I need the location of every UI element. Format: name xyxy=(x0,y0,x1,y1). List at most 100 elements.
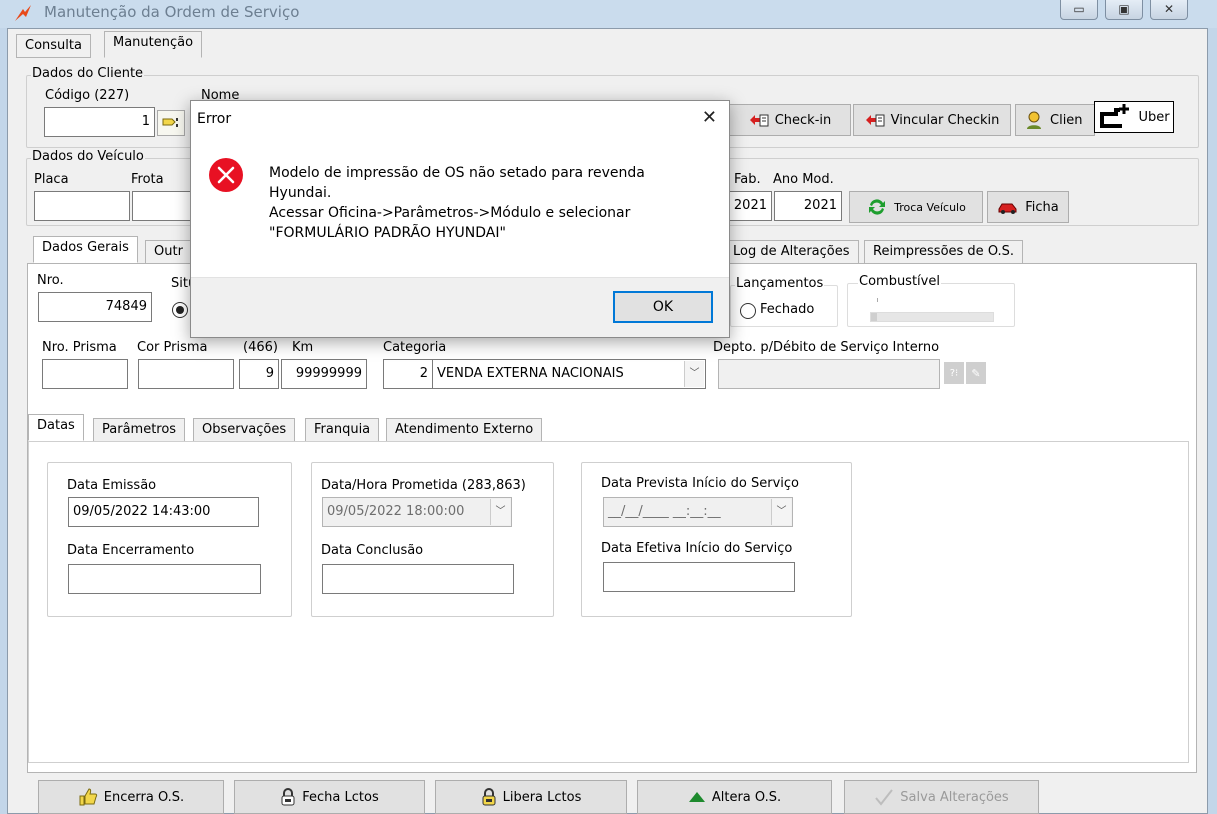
situacao-radio[interactable] xyxy=(172,302,188,318)
vincular-checkin-button[interactable]: Vincular Checkin xyxy=(853,104,1011,136)
chevron-down-icon[interactable]: ﹀ xyxy=(684,361,704,387)
nro-prisma-label: Nro. Prisma xyxy=(42,340,117,355)
data-conclusao-input[interactable] xyxy=(322,564,514,594)
categoria-select[interactable]: VENDA EXTERNA NACIONAIS ﹀ xyxy=(432,359,706,389)
dialog-footer: OK xyxy=(191,277,729,337)
tab-franquia[interactable]: Franquia xyxy=(305,418,380,442)
data-conclusao-label: Data Conclusão xyxy=(321,543,424,558)
cliente-button[interactable]: Clien xyxy=(1015,104,1095,136)
car-icon xyxy=(998,203,1017,214)
combustivel-ticks xyxy=(877,298,987,302)
triangle-up-icon xyxy=(688,792,705,802)
data-emissao-input[interactable]: 09/05/2022 14:43:00 xyxy=(68,497,259,527)
data-prometida-input[interactable]: 09/05/2022 18:00:00 ﹀ xyxy=(322,497,512,527)
placa-input[interactable] xyxy=(34,191,130,221)
encerra-os-button[interactable]: Encerra O.S. xyxy=(38,780,224,814)
error-icon xyxy=(209,158,243,192)
tab-atendimento-externo[interactable]: Atendimento Externo xyxy=(386,418,543,442)
data-prevista-label: Data Prevista Início do Serviço xyxy=(601,476,799,491)
tab-parametros[interactable]: Parâmetros xyxy=(93,418,186,442)
tab-reimpressoes[interactable]: Reimpressões de O.S. xyxy=(864,240,1024,264)
fecha-lctos-button[interactable]: Fecha Lctos xyxy=(234,780,425,814)
vincular-icon xyxy=(865,114,885,127)
person-icon xyxy=(1027,111,1041,129)
close-icon[interactable]: ✕ xyxy=(702,107,717,128)
nro-input[interactable]: 74849 xyxy=(38,292,152,322)
km-input[interactable]: 99999999 xyxy=(281,359,367,389)
fechado-label: Fechado xyxy=(760,302,815,317)
close-window-icon[interactable]: ✕ xyxy=(1150,0,1188,20)
check-icon xyxy=(875,789,894,806)
chevron-down-icon[interactable]: ﹀ xyxy=(771,499,791,525)
combustivel-gauge[interactable] xyxy=(870,312,994,322)
dialog-message-line: "FORMULÁRIO PADRÃO HYUNDAI" xyxy=(269,225,506,241)
tab-dados-gerais[interactable]: Dados Gerais xyxy=(33,236,138,263)
data-prevista-input[interactable]: __/__/____ __:__:__ ﹀ xyxy=(603,497,793,527)
salva-alteracoes-button[interactable]: Salva Alterações xyxy=(844,780,1039,814)
depto-search-icon[interactable]: ?⁝ xyxy=(944,362,964,384)
unlock-icon xyxy=(482,788,496,806)
troca-veiculo-button[interactable]: Troca Veículo xyxy=(849,191,983,223)
altera-os-button[interactable]: Altera O.S. xyxy=(637,780,832,814)
dialog-message: Modelo de impressão de OS não setado par… xyxy=(269,163,709,243)
nro-label: Nro. xyxy=(37,273,64,288)
window-title-bar[interactable]: Manutenção da Ordem de Serviço ▭ ▣ ✕ xyxy=(0,0,1217,28)
categoria-code-input[interactable]: 2 xyxy=(383,359,433,389)
tab-datas[interactable]: Datas xyxy=(28,414,84,441)
dialog-message-line: Modelo de impressão de OS não setado par… xyxy=(269,165,645,181)
ficha-button[interactable]: Ficha xyxy=(987,191,1069,223)
cor-prisma-label: Cor Prisma xyxy=(137,340,208,355)
ano-mod-label: Ano Mod. xyxy=(773,172,834,187)
tab-observacoes[interactable]: Observações xyxy=(193,418,296,442)
maximize-icon[interactable]: ▣ xyxy=(1105,0,1143,20)
tab-outros[interactable]: Outr xyxy=(145,240,192,264)
data-encerramento-input[interactable] xyxy=(68,564,261,594)
km-label: Km xyxy=(292,340,314,355)
uber-button[interactable]: Uber xyxy=(1094,101,1174,133)
data-emissao-label: Data Emissão xyxy=(67,478,157,493)
ano-mod-input[interactable]: 2021 xyxy=(774,191,842,221)
cor-prisma-input[interactable] xyxy=(138,359,234,389)
data-encerramento-label: Data Encerramento xyxy=(67,543,195,558)
ok-button[interactable]: OK xyxy=(613,291,713,323)
codigo-label: Código (227) xyxy=(45,88,130,103)
app-logo-icon xyxy=(15,5,31,21)
depto-label: Depto. p/Débito de Serviço Interno xyxy=(713,340,940,355)
libera-lctos-button[interactable]: Libera Lctos xyxy=(435,780,627,814)
thumbs-up-icon xyxy=(79,788,97,806)
checkin-button[interactable]: Check-in xyxy=(729,104,851,136)
veiculo-group-title: Dados do Veículo xyxy=(31,149,145,164)
nro-prisma-input[interactable] xyxy=(42,359,128,389)
c466-label: (466) xyxy=(243,340,278,355)
data-efetiva-label: Data Efetiva Início do Serviço xyxy=(601,541,793,556)
checkin-icon xyxy=(749,114,769,127)
refresh-icon xyxy=(869,199,886,215)
tab-consulta[interactable]: Consulta xyxy=(16,34,91,58)
data-prometida-label: Data/Hora Prometida (283,863) xyxy=(321,478,526,493)
uber-icon xyxy=(1100,104,1130,128)
minimize-icon[interactable]: ▭ xyxy=(1060,0,1098,20)
error-dialog: Error ✕ Modelo de impressão de OS não se… xyxy=(190,100,730,338)
dialog-message-line: Acessar Oficina->Parâmetros->Módulo e se… xyxy=(269,205,631,221)
lancamentos-label: Lançamentos xyxy=(735,276,825,291)
frota-input[interactable] xyxy=(132,191,194,221)
tab-log-alteracoes[interactable]: Log de Alterações xyxy=(724,240,859,264)
data-efetiva-input[interactable] xyxy=(603,562,795,592)
codigo-input[interactable]: 1 xyxy=(44,107,155,137)
dialog-title: Error xyxy=(197,111,232,127)
search-cliente-icon[interactable] xyxy=(157,110,185,136)
fechado-radio[interactable] xyxy=(740,303,756,319)
dialog-message-line: Hyundai. xyxy=(269,185,332,201)
lock-icon xyxy=(281,788,295,806)
categoria-label: Categoria xyxy=(383,340,447,355)
frota-label: Frota xyxy=(131,172,164,187)
depto-input[interactable] xyxy=(718,359,940,389)
tab-manutencao[interactable]: Manutenção xyxy=(104,31,203,58)
c466-input[interactable]: 9 xyxy=(239,359,279,389)
chevron-down-icon[interactable]: ﹀ xyxy=(490,499,510,525)
ano-fab-label: Fab. xyxy=(734,172,761,187)
cliente-group-title: Dados do Cliente xyxy=(31,66,145,81)
window-title: Manutenção da Ordem de Serviço xyxy=(44,3,300,21)
depto-edit-icon[interactable]: ✎ xyxy=(966,362,986,384)
placa-label: Placa xyxy=(34,172,69,187)
